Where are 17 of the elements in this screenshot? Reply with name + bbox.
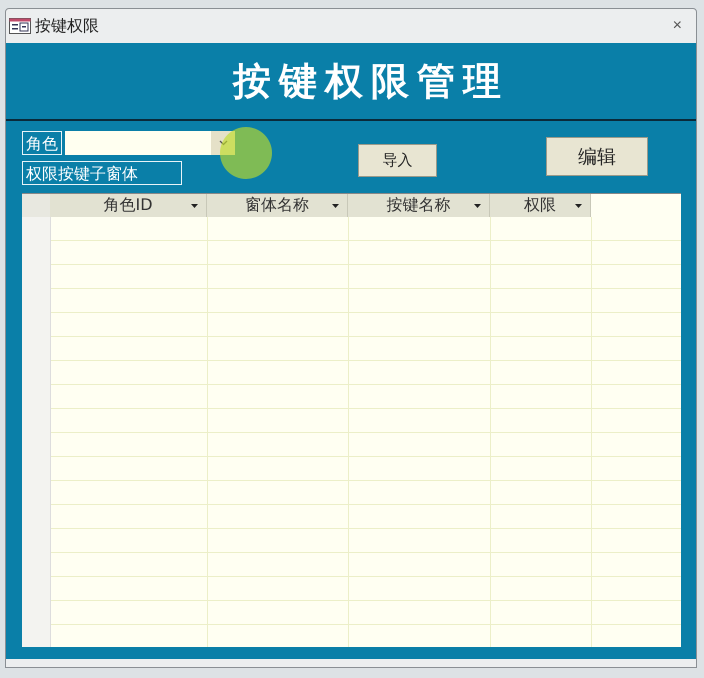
sort-arrow-icon[interactable] xyxy=(474,204,481,208)
form-icon xyxy=(9,18,31,34)
column-header[interactable]: 角色ID xyxy=(50,194,207,217)
subform-label: 权限按键子窗体 xyxy=(22,161,182,185)
form-heading: 按键权限管理 xyxy=(233,56,509,104)
cursor-highlight xyxy=(220,127,272,179)
role-label: 角色 xyxy=(22,131,62,155)
sort-arrow-icon[interactable] xyxy=(332,204,339,208)
sort-arrow-icon[interactable] xyxy=(191,204,198,208)
column-header[interactable]: 权限 xyxy=(490,194,591,217)
window-title: 按键权限 xyxy=(35,16,99,36)
column-header[interactable]: 按键名称 xyxy=(348,194,490,217)
sort-arrow-icon[interactable] xyxy=(575,204,582,208)
edit-button[interactable]: 编辑 xyxy=(546,137,648,176)
close-button[interactable]: × xyxy=(666,18,688,34)
import-button[interactable]: 导入 xyxy=(358,144,437,177)
column-header[interactable]: 窗体名称 xyxy=(207,194,348,217)
